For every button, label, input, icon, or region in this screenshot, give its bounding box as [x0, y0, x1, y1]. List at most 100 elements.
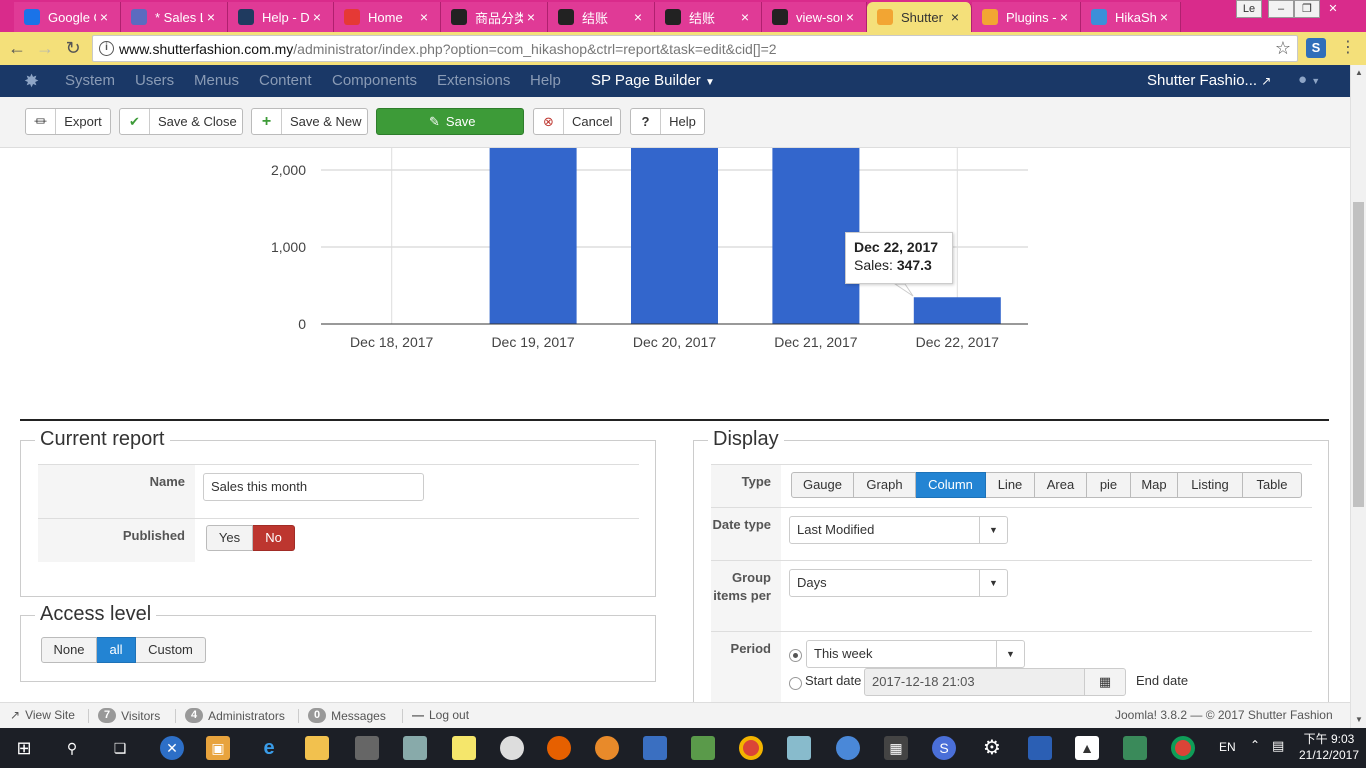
app-icon[interactable] [355, 736, 379, 760]
calendar-icon[interactable]: ▦ [1084, 668, 1126, 696]
app-icon[interactable] [787, 736, 811, 760]
app-icon[interactable] [403, 736, 427, 760]
published-no-button[interactable]: No [253, 525, 295, 551]
info-icon[interactable]: i [99, 41, 114, 56]
browser-menu-icon[interactable]: ⋮ [1340, 37, 1356, 57]
tab-close-icon[interactable]: × [309, 9, 325, 25]
chrome-icon[interactable] [1171, 736, 1195, 760]
scroll-up-icon[interactable]: ▲ [1351, 65, 1366, 81]
type-line-button[interactable]: Line [986, 472, 1035, 498]
type-gauge-button[interactable]: Gauge [791, 472, 854, 498]
window-extra-button[interactable]: Le [1236, 0, 1262, 18]
access-all-button[interactable]: all [97, 637, 136, 663]
minimize-button[interactable]: – [1268, 0, 1294, 18]
save-close-button[interactable]: ✔ Save & Close [119, 108, 243, 135]
browser-tab[interactable]: HikaSho× [1081, 2, 1181, 32]
network-icon[interactable]: ▤ [1272, 738, 1284, 754]
date-type-select[interactable]: Last Modified ▼ [789, 516, 1008, 544]
export-button[interactable]: ⏛ Export [25, 108, 111, 135]
tab-close-icon[interactable]: × [737, 9, 753, 25]
url-input[interactable]: i www.shutterfashion.com.my/administrato… [92, 35, 1298, 62]
tab-close-icon[interactable]: × [842, 9, 858, 25]
store-icon[interactable]: ▣ [206, 736, 230, 760]
tab-close-icon[interactable]: × [630, 9, 646, 25]
user-menu-icon[interactable]: ● ▼ [1298, 71, 1320, 88]
language-indicator[interactable]: EN [1219, 740, 1236, 754]
forward-icon[interactable]: → [34, 38, 56, 60]
period-select[interactable]: This week ▼ [806, 640, 1025, 668]
browser-tab[interactable]: Shutter F× [867, 2, 972, 32]
browser-tab[interactable]: Google C× [14, 2, 121, 32]
tab-close-icon[interactable]: × [1056, 9, 1072, 25]
windows-start-icon[interactable]: ⊞ [12, 736, 36, 760]
browser-tab[interactable]: 结账 × [548, 2, 655, 32]
settings-icon[interactable]: ⚙ [980, 736, 1004, 760]
browser-tab[interactable]: 商品分类 × [441, 2, 548, 32]
type-map-button[interactable]: Map [1131, 472, 1178, 498]
document-icon[interactable] [1028, 736, 1052, 760]
published-yes-button[interactable]: Yes [206, 525, 253, 551]
browser-tab[interactable]: 结账 × [655, 2, 762, 32]
app-x-icon[interactable]: ✕ [160, 736, 184, 760]
menu-users[interactable]: Users [135, 72, 174, 89]
type-area-button[interactable]: Area [1035, 472, 1087, 498]
start-date-input[interactable]: 2017-12-18 21:03 [864, 668, 1085, 696]
browser-tab[interactable]: Plugins - × [972, 2, 1081, 32]
tab-close-icon[interactable]: × [96, 9, 112, 25]
help-button[interactable]: ? Help [630, 108, 705, 135]
back-icon[interactable]: ← [6, 38, 28, 60]
firefox-icon[interactable] [547, 736, 571, 760]
page-scrollbar[interactable]: ▲ ▼ [1350, 65, 1366, 728]
access-custom-button[interactable]: Custom [136, 637, 206, 663]
menu-sp-page-builder[interactable]: SP Page Builder ▼ [591, 72, 715, 89]
calculator-icon[interactable]: ▦ [884, 736, 908, 760]
task-view-icon[interactable]: ❏ [108, 736, 132, 760]
messages-link[interactable]: 0 Messages [308, 708, 386, 723]
view-site-link[interactable]: ↗ View Site [10, 708, 75, 722]
joomla-logo-icon[interactable]: ✸ [24, 72, 42, 90]
tab-close-icon[interactable]: × [1156, 9, 1172, 25]
ie-icon[interactable]: e [257, 736, 281, 760]
scroll-thumb[interactable] [1353, 202, 1364, 507]
photos-icon[interactable]: ▲ [1075, 736, 1099, 760]
period-custom-radio[interactable] [789, 677, 802, 690]
system-clock[interactable]: 下午 9:03 21/12/2017 [1296, 731, 1362, 763]
menu-content[interactable]: Content [259, 72, 312, 89]
type-pie-button[interactable]: pie [1087, 472, 1131, 498]
type-column-button[interactable]: Column [916, 472, 986, 498]
app-icon[interactable] [643, 736, 667, 760]
reload-icon[interactable]: ↻ [62, 38, 84, 60]
name-input[interactable]: Sales this month [203, 473, 424, 501]
app-icon[interactable]: S [932, 736, 956, 760]
tab-close-icon[interactable]: × [947, 9, 963, 25]
type-listing-button[interactable]: Listing [1178, 472, 1243, 498]
period-preset-radio[interactable] [789, 649, 802, 662]
app-icon[interactable] [595, 736, 619, 760]
app-icon[interactable] [1123, 736, 1147, 760]
save-button[interactable]: ✎ Save [376, 108, 524, 135]
menu-components[interactable]: Components [332, 72, 417, 89]
logout-link[interactable]: — Log out [412, 708, 469, 722]
menu-help[interactable]: Help [530, 72, 561, 89]
app-icon[interactable] [691, 736, 715, 760]
browser-tab[interactable]: view-sou× [762, 2, 867, 32]
tab-close-icon[interactable]: × [203, 9, 219, 25]
browser-tab[interactable]: Help - D × [228, 2, 334, 32]
cancel-button[interactable]: ⊗ Cancel [533, 108, 621, 135]
tab-close-icon[interactable]: × [416, 9, 432, 25]
tab-close-icon[interactable]: × [523, 9, 539, 25]
sticky-notes-icon[interactable] [452, 736, 476, 760]
app-icon[interactable] [836, 736, 860, 760]
bookmark-star-icon[interactable]: ☆ [1275, 38, 1291, 59]
group-select[interactable]: Days ▼ [789, 569, 1008, 597]
folder-icon[interactable] [305, 736, 329, 760]
scroll-down-icon[interactable]: ▼ [1351, 712, 1366, 728]
menu-extensions[interactable]: Extensions [437, 72, 510, 89]
extension-icon[interactable]: S [1306, 38, 1326, 58]
chrome-icon[interactable] [739, 736, 763, 760]
chevron-up-icon[interactable]: ⌃ [1250, 738, 1260, 752]
close-window-button[interactable]: ✕ [1320, 0, 1346, 18]
search-icon[interactable]: ⚲ [60, 736, 84, 760]
maximize-button[interactable]: ❐ [1294, 0, 1320, 18]
access-none-button[interactable]: None [41, 637, 97, 663]
